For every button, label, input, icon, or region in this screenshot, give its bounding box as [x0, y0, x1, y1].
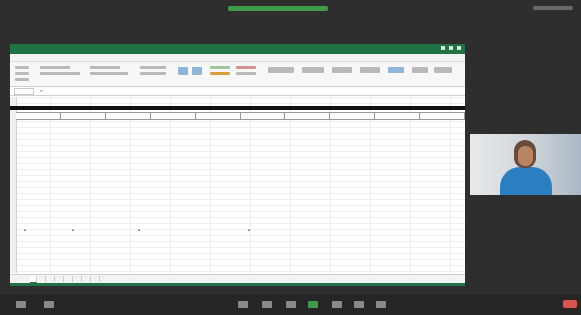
column-header[interactable] — [16, 113, 61, 119]
reactions-icon[interactable] — [354, 301, 364, 308]
column-header[interactable] — [420, 113, 465, 119]
table-header-row — [16, 112, 465, 120]
row-headers — [10, 97, 17, 273]
close-icon[interactable] — [457, 46, 461, 50]
cut-button[interactable] — [15, 72, 29, 75]
chat-icon[interactable] — [286, 301, 296, 308]
cell-style-normal[interactable] — [236, 72, 256, 75]
spreadsheet-grid[interactable]: ▪ ▪ ▪ ▪ — [10, 97, 465, 273]
participants-icon[interactable] — [262, 301, 272, 308]
font-selector[interactable] — [40, 66, 70, 69]
screen-share-indicator[interactable] — [228, 6, 328, 11]
function-icon[interactable]: fx — [40, 89, 43, 93]
maximize-icon[interactable] — [449, 46, 453, 50]
formula-bar: fx — [10, 87, 465, 96]
font-format-buttons[interactable] — [40, 72, 80, 75]
alignment-buttons[interactable] — [90, 66, 120, 69]
ribbon-toolbar — [10, 62, 465, 87]
person-face — [518, 146, 533, 166]
cell-style-bad[interactable] — [236, 66, 256, 69]
name-box[interactable] — [14, 87, 34, 95]
cell-style-neutral[interactable] — [210, 72, 230, 75]
excel-window: fx ▪ ▪ ▪ ▪ — [10, 44, 465, 286]
sheet-tab[interactable] — [75, 276, 82, 282]
column-header[interactable] — [196, 113, 241, 119]
sort-filter[interactable] — [332, 67, 352, 73]
sheet-tab[interactable] — [57, 276, 64, 282]
wrap-merge-buttons[interactable] — [90, 72, 128, 75]
excel-titlebar — [10, 44, 465, 54]
sheet-tab[interactable] — [30, 275, 37, 283]
person-body — [500, 167, 552, 195]
cell-mark[interactable]: ▪ — [72, 228, 74, 232]
record-icon[interactable] — [332, 301, 342, 308]
ribbon-tabs — [10, 54, 465, 62]
conditional-format-icon[interactable] — [178, 67, 188, 75]
sheet-tab[interactable] — [93, 276, 100, 282]
column-header[interactable] — [375, 113, 421, 119]
number-format-selector[interactable] — [140, 66, 166, 69]
column-header[interactable] — [61, 113, 106, 119]
meeting-toolbar — [0, 295, 581, 315]
column-header[interactable] — [241, 113, 286, 119]
sheet-tab[interactable] — [84, 276, 91, 282]
format-table-icon[interactable] — [192, 67, 202, 75]
share-button[interactable] — [434, 67, 452, 73]
column-header[interactable] — [106, 113, 151, 119]
sheet-tab[interactable] — [66, 276, 73, 282]
column-header[interactable] — [285, 113, 331, 119]
header-band — [10, 106, 465, 110]
insert-delete-format[interactable] — [268, 67, 294, 73]
video-icon[interactable] — [44, 301, 54, 308]
mute-icon[interactable] — [16, 301, 26, 308]
copy-button[interactable] — [15, 78, 29, 81]
sheet-tab[interactable] — [39, 276, 46, 282]
sheet-tab[interactable] — [48, 276, 55, 282]
apps-icon[interactable] — [376, 301, 386, 308]
paste-button[interactable] — [15, 66, 29, 69]
end-meeting-button[interactable] — [563, 300, 577, 308]
sensitivity[interactable] — [412, 67, 428, 73]
column-header[interactable] — [330, 113, 376, 119]
status-bar — [10, 283, 465, 286]
cell-style-good[interactable] — [210, 66, 230, 69]
find-select[interactable] — [360, 67, 380, 73]
view-options[interactable] — [533, 6, 573, 10]
security-icon[interactable] — [238, 301, 248, 308]
share-screen-icon[interactable] — [308, 301, 318, 308]
participant-video[interactable] — [470, 134, 581, 195]
analyze-data[interactable] — [388, 67, 404, 73]
cell-mark[interactable]: ▪ — [138, 228, 140, 232]
sheet-tabs — [10, 274, 465, 283]
minimize-icon[interactable] — [441, 46, 445, 50]
cell-mark[interactable]: ▪ — [248, 228, 250, 232]
autosum-fill-clear[interactable] — [302, 67, 324, 73]
number-buttons[interactable] — [140, 72, 166, 75]
column-header[interactable] — [151, 113, 196, 119]
cell-mark[interactable]: ▪ — [24, 228, 26, 232]
